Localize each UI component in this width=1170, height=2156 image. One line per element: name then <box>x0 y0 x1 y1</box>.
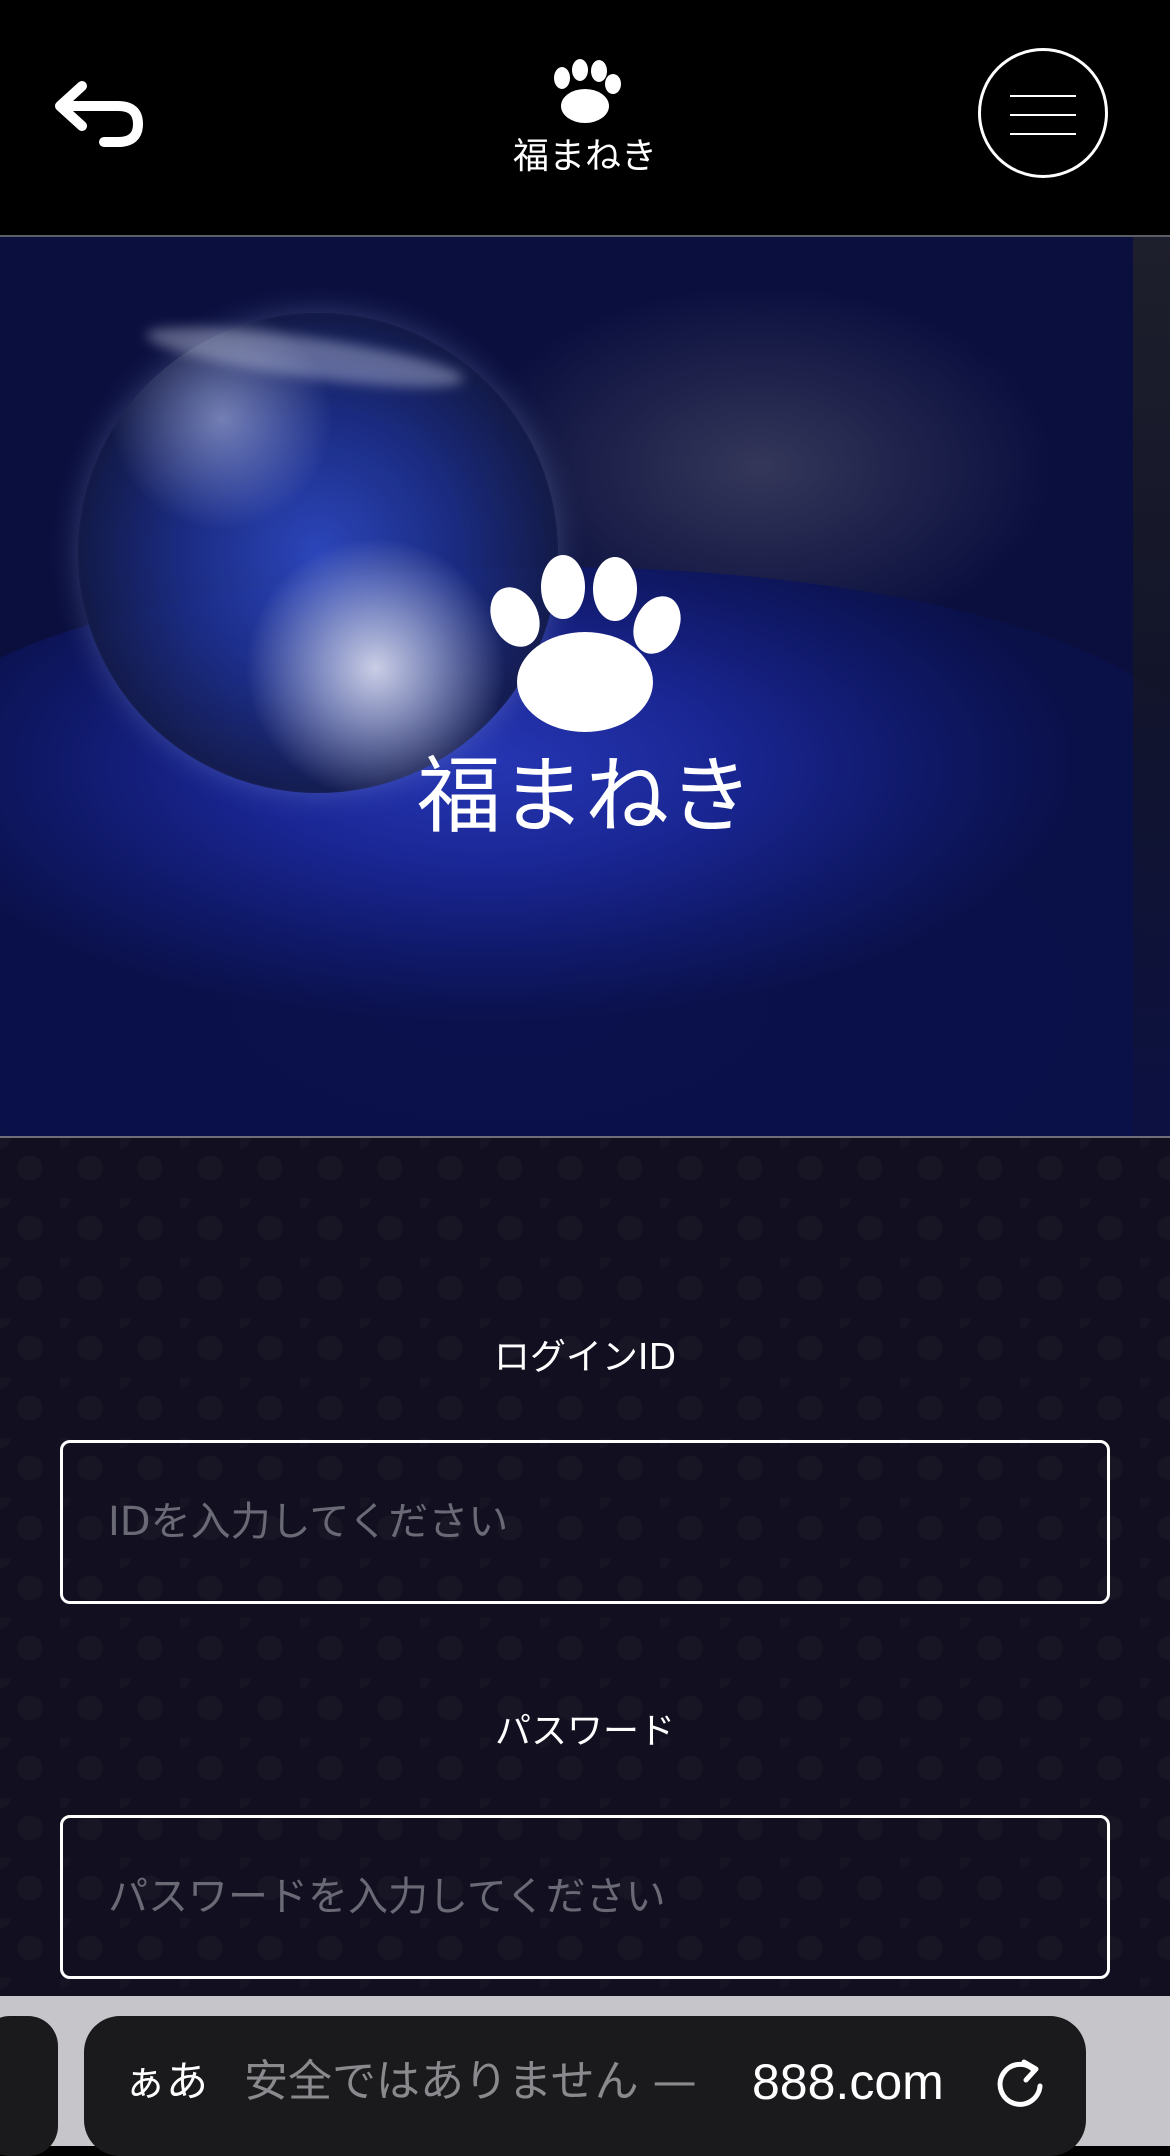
password-input[interactable] <box>60 1815 1110 1979</box>
hamburger-menu-icon <box>1010 133 1076 135</box>
back-button[interactable] <box>52 72 148 154</box>
url-domain: 888.com <box>752 2054 944 2110</box>
browser-toolbar: ぁあ 安全ではありません — 888.com <box>0 1996 1170 2156</box>
password-label: パスワード <box>494 1711 675 1752</box>
hero-logo: 福まねき <box>417 555 753 845</box>
hero-edge-strip <box>1133 237 1170 1138</box>
paw-logo-icon: 福まねき <box>513 59 657 177</box>
hero-logo-text: 福まねき <box>417 747 753 845</box>
login-form: ログインID パスワード <box>0 1138 1170 1996</box>
text-size-button[interactable]: ぁあ <box>124 2016 208 2148</box>
header-logo[interactable]: 福まねき <box>510 56 660 177</box>
paw-logo-icon <box>490 555 681 732</box>
hamburger-menu-icon <box>1010 95 1076 97</box>
security-warning-text: 安全ではありません — <box>244 2056 697 2107</box>
hero-banner: 福まねき <box>0 237 1170 1138</box>
hamburger-menu-icon <box>1010 114 1076 116</box>
top-header: 福まねき <box>0 0 1170 237</box>
header-logo-text: 福まねき <box>513 136 657 176</box>
reload-button[interactable] <box>990 2052 1050 2112</box>
login-id-label: ログインID <box>493 1337 677 1378</box>
login-id-input[interactable] <box>60 1440 1110 1604</box>
menu-button[interactable] <box>978 48 1108 178</box>
reload-icon <box>997 2059 1043 2107</box>
address-bar[interactable]: ぁあ 安全ではありません — 888.com <box>84 2016 1086 2156</box>
previous-tab[interactable] <box>0 2016 58 2156</box>
return-arrow-icon <box>55 81 143 147</box>
